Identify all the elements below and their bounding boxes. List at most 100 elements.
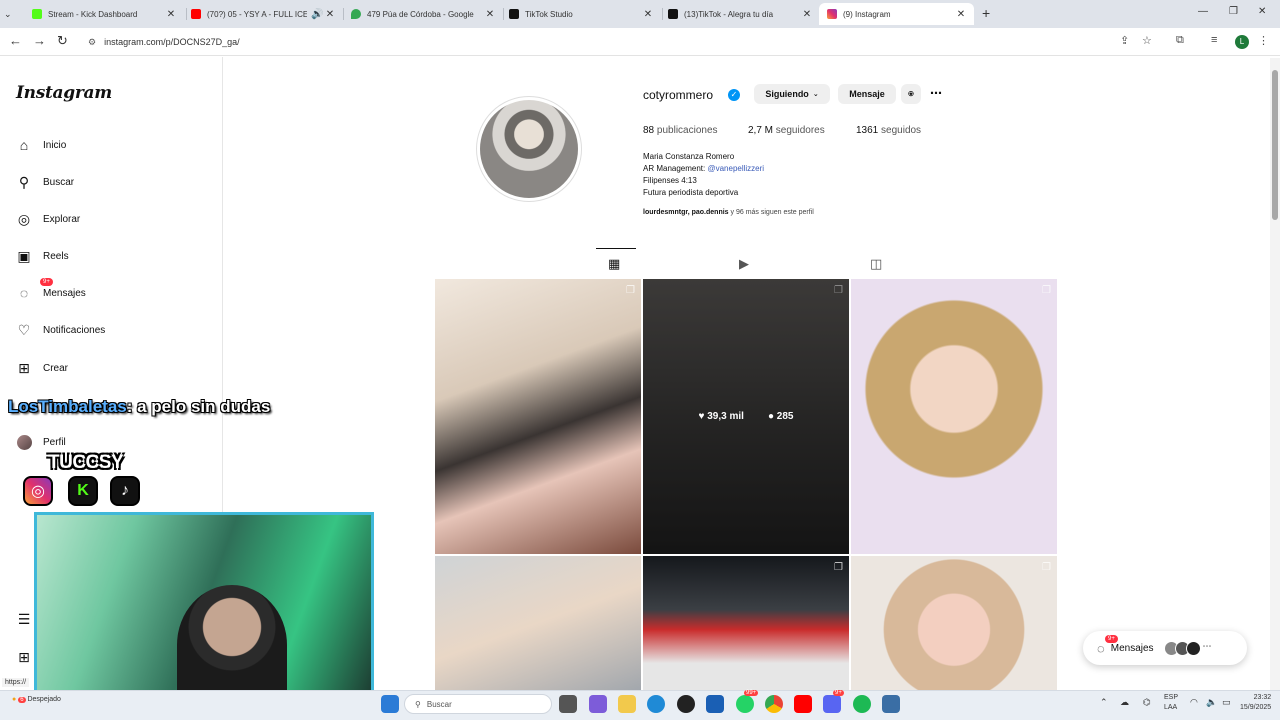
kick-favicon [32,9,42,19]
message-button[interactable]: Mensaje [838,84,896,104]
spotify-icon[interactable] [853,695,871,713]
posts-label: publicaciones [656,125,718,136]
browser-tab-tiktok-studio[interactable]: TikTok Studio ✕ [501,3,661,25]
bio-mention-link[interactable]: @vanepellizzeri [707,164,764,173]
menu-kebab-icon[interactable]: ⋮ [1258,34,1269,47]
youtube-icon[interactable] [794,695,812,713]
battery-icon[interactable]: ▭ [1222,697,1231,708]
close-tab-icon[interactable]: ✕ [956,9,966,20]
reload-icon[interactable]: ↻ [57,33,68,49]
tab-search-icon[interactable]: ⌄ [4,3,22,25]
close-tab-icon[interactable]: ✕ [325,9,335,20]
calculator-icon[interactable] [882,695,900,713]
back-icon[interactable]: ← [9,33,22,48]
address-bar[interactable]: ⚙ instagram.com/p/DOCNS27D_ga/ [78,31,1158,53]
wifi-icon[interactable]: ◠ [1190,697,1198,708]
restore-icon[interactable]: ❐ [1229,6,1238,17]
sidebar-item-perfil[interactable]: Perfil [16,431,66,453]
mute-tab-icon[interactable]: 🔊 [311,9,323,20]
edge-icon[interactable] [647,695,665,713]
more-options-icon[interactable]: ⋯ [930,86,942,100]
active-tab-indicator [596,248,636,249]
messages-floating-button[interactable]: ◌ 9+ Mensajes ⋯ [1083,631,1247,665]
minimize-icon[interactable]: — [1198,6,1208,17]
weather-widget[interactable]: ● 6 Despejado [12,696,61,703]
close-tab-icon[interactable]: ✕ [643,9,653,20]
sidebar-item-label: Buscar [43,176,75,188]
instagram-logo[interactable]: Instagram [16,83,112,103]
followed-by-text[interactable]: lourdesmntgr, pao.dennis y 96 más siguen… [643,209,814,216]
whatsapp-icon[interactable]: 99+ [736,690,759,713]
tab-posts-grid-icon[interactable]: ▦ [608,256,620,272]
bookmark-star-icon[interactable]: ☆ [1142,34,1152,47]
taskbar-clock[interactable]: 23:32 15/9/2025 [1240,693,1271,713]
chrome-icon[interactable] [765,695,783,713]
reading-list-icon[interactable]: ≡ [1211,34,1217,46]
post-thumbnail[interactable]: ❐ [851,279,1057,554]
sidebar-item-buscar[interactable]: ⚲ Buscar [16,171,74,193]
browser-tab-tiktok[interactable]: (13)TikTok - Alegra tu día ✕ [660,3,820,25]
install-app-icon[interactable]: ⇪ [1120,34,1129,47]
volume-icon[interactable]: 🔈 [1206,697,1217,708]
browser-tab-youtube[interactable]: (70?) 05 - YSY A - FULL ICE 🔊 ✕ [183,3,343,25]
browser-tab-kick[interactable]: Stream - Kick Dashboard ✕ [24,3,184,25]
obs-icon[interactable] [677,695,695,713]
app-badge: 99+ [744,690,759,696]
tab-reels-icon[interactable]: ▶ [739,256,749,272]
suggest-user-button[interactable]: ⍟ [901,84,921,104]
following-button[interactable]: Siguiendo ⌄ [754,84,830,104]
sidebar-item-mensajes[interactable]: ◌ 9+ Mensajes [16,278,86,304]
taskbar-search[interactable]: ⚲ Buscar [404,694,552,714]
post-thumbnail[interactable]: ❐ [435,279,641,554]
sidebar-item-label: Notificaciones [43,324,106,336]
language-indicator[interactable]: ESP LAA [1164,693,1178,713]
chat-text: : a pelo sin dudas [126,397,271,416]
file-explorer-icon[interactable] [618,695,636,713]
cloud-icon[interactable]: ☁ [1120,697,1129,708]
following-button-label: Siguiendo [765,89,809,99]
followers-stat[interactable]: 2,7 M seguidores [748,125,825,136]
avatar [1185,640,1201,656]
browser-profile-avatar[interactable]: L [1235,35,1249,49]
tab-title: (13)TikTok - Alegra tu día [684,9,774,19]
task-view-icon[interactable] [559,695,577,713]
close-tab-icon[interactable]: ✕ [802,9,812,20]
browser-tab-maps[interactable]: 479 Púa de Córdoba - Google ✕ [343,3,503,25]
bio-line-verse: Filipenses 4:13 [643,176,697,185]
tab-tagged-icon[interactable]: ◫ [870,256,882,272]
carousel-icon: ❐ [1042,285,1051,296]
profile-avatar[interactable] [480,100,578,198]
forward-icon[interactable]: → [33,33,46,48]
tray-chevron-icon[interactable]: ⌃ [1100,697,1108,708]
copilot-icon[interactable] [589,695,607,713]
post-hover-overlay: ♥ 39,3 mil ● 285 [643,279,849,554]
post-thumbnail[interactable] [435,556,641,690]
browser-tab-instagram[interactable]: (9) Instagram ✕ [819,3,974,25]
clock-time: 23:32 [1253,694,1272,701]
post-thumbnail[interactable]: ❐ [851,556,1057,690]
following-stat[interactable]: 1361 seguidos [856,125,921,136]
window-close-icon[interactable]: ✕ [1258,6,1266,17]
close-tab-icon[interactable]: ✕ [485,9,495,20]
store-icon[interactable] [706,695,724,713]
stream-chat-message: LosTimbaletas: a pelo sin dudas [8,397,270,417]
scrollbar-thumb[interactable] [1272,70,1278,220]
comments-stat: ● 285 [768,411,794,422]
post-thumbnail[interactable]: ❐ [643,556,849,690]
network-icon[interactable]: ⌬ [1143,697,1151,708]
discord-icon[interactable]: 9+ [823,690,844,713]
new-tab-icon[interactable]: + [982,5,990,21]
extensions-icon[interactable]: ⧉ [1176,34,1184,47]
post-thumbnail[interactable]: ❐ ♥ 39,3 mil ● 285 [643,279,849,554]
home-icon: ⌂ [19,137,29,153]
close-tab-icon[interactable]: ✕ [166,9,176,20]
sidebar-item-explorar[interactable]: ◎ Explorar [16,208,80,230]
sidebar-item-crear[interactable]: ⊞ Crear [16,357,68,379]
sidebar-item-reels[interactable]: ▣ Reels [16,245,68,267]
sidebar-item-inicio[interactable]: ⌂ Inicio [16,134,67,156]
likes-stat: ♥ 39,3 mil [699,411,744,422]
site-info-icon[interactable]: ⚙ [88,37,96,48]
comment-icon: ● [767,411,774,422]
windows-start-icon[interactable] [381,695,399,713]
sidebar-item-notificaciones[interactable]: ♡ Notificaciones [16,319,106,341]
